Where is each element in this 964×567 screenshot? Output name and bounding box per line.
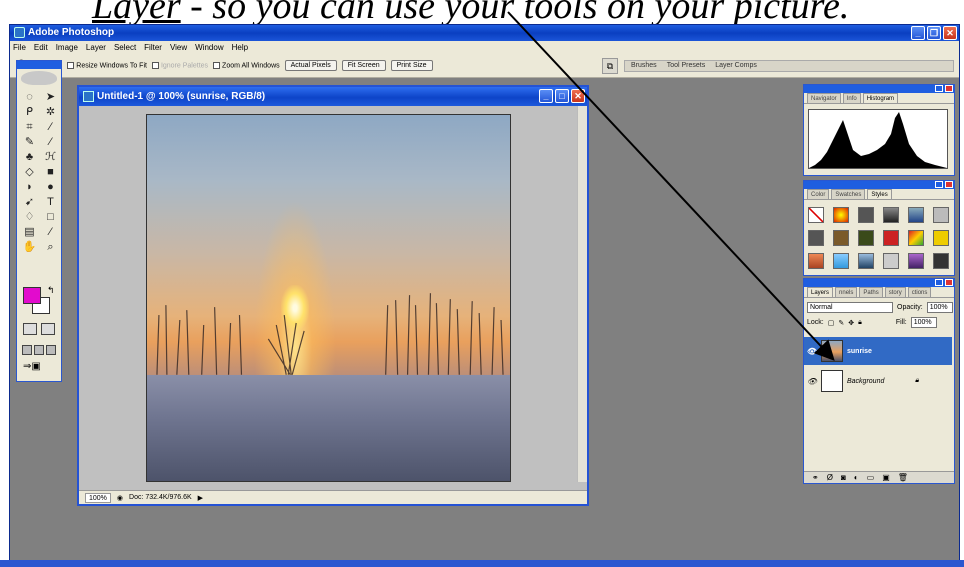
annotation-arrow <box>507 11 835 361</box>
foreground-color-swatch[interactable] <box>23 287 41 304</box>
